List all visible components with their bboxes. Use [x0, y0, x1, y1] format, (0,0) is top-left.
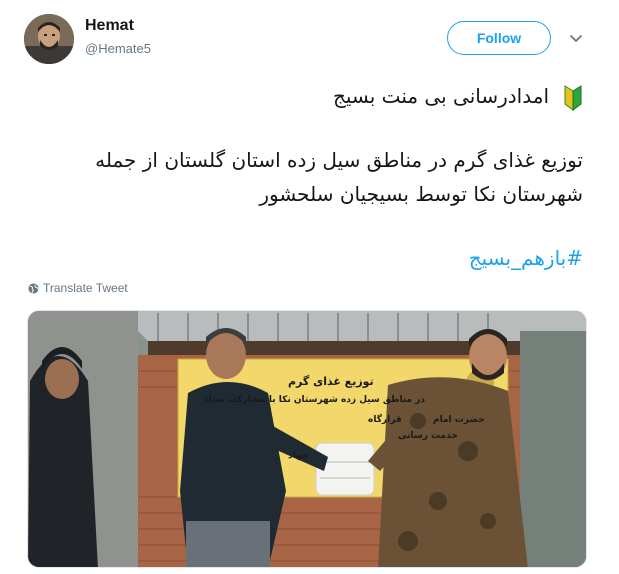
banner-line-4: خدمت رسانی — [398, 431, 458, 441]
tweet-line-3: شهرستان نکا توسط بسیجیان سلحشور — [259, 182, 583, 206]
display-name[interactable]: Hemat — [85, 17, 134, 35]
banner-line-2: حضرت امام — [433, 415, 485, 425]
translate-label: Translate Tweet — [43, 281, 128, 295]
hashtag-link[interactable]: #باز‌هم_بسیج — [23, 241, 583, 275]
photo-scene — [28, 311, 586, 567]
avatar-image — [24, 14, 74, 64]
tweet-line-2: توزیع غذای گرم در مناطق سیل زده استان گل… — [95, 148, 583, 172]
japanese-beginner-symbol-icon — [564, 84, 582, 111]
avatar[interactable] — [24, 14, 74, 64]
banner-title: توزیع غذای گرم — [288, 375, 374, 388]
banner-line-5: جهاد — [288, 451, 309, 461]
tweet-header: Hemat @Hemate5 Follow — [0, 0, 619, 70]
follow-button[interactable]: Follow — [447, 21, 551, 55]
tweet-line-1: امدادرسانی بی منت بسیج — [23, 79, 583, 113]
user-handle[interactable]: @Hemate5 — [85, 41, 151, 56]
chevron-down-icon[interactable] — [568, 30, 584, 46]
banner-line-1: در مناطق سیل زده شهرستان نکا با مشارکت س… — [204, 395, 426, 405]
banner-line-3: قرارگاه — [368, 415, 402, 425]
globe-icon — [28, 282, 39, 294]
translate-tweet-link[interactable]: Translate Tweet — [28, 281, 128, 295]
tweet-line-1-text: امدادرسانی بی منت بسیج — [332, 84, 549, 108]
tweet-photo[interactable]: توزیع غذای گرم در مناطق سیل زده شهرستان … — [27, 310, 587, 568]
